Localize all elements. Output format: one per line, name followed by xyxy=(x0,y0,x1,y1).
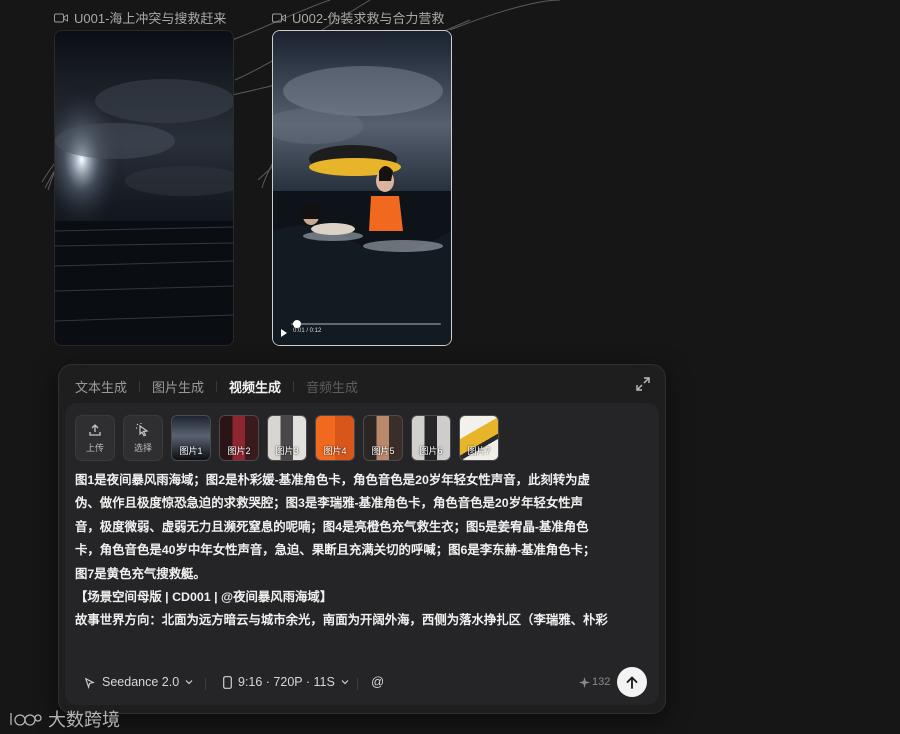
clip-thumbnail-stormy-sea xyxy=(55,31,233,345)
prompt-line: 图7是黄色充气搜救艇。 xyxy=(75,566,206,581)
clip-title-text: U001-海上冲突与搜救赶来 xyxy=(74,11,227,26)
expand-icon[interactable] xyxy=(635,376,651,392)
video-clip-u001[interactable] xyxy=(54,30,234,346)
play-icon[interactable] xyxy=(281,329,287,337)
reference-thumb-3[interactable]: 图片3 xyxy=(267,415,307,461)
watermark-text: 大数跨境 xyxy=(48,710,120,730)
thumb-label: 图片3 xyxy=(275,446,299,456)
progress-track[interactable] xyxy=(291,323,441,325)
cursor-select-icon xyxy=(136,422,149,436)
tab-audio-generation[interactable]: 音频生成 xyxy=(306,377,358,396)
chevron-down-icon xyxy=(341,680,349,685)
tab-text-generation[interactable]: 文本生成 xyxy=(75,377,127,396)
clip-thumbnail-rescue-scene xyxy=(273,31,451,345)
reference-thumb-6[interactable]: 图片6 xyxy=(411,415,451,461)
prompt-line: 伪、做作且极度惊恐急迫的求救哭腔；图3是李瑞雅-基准角色卡，角色音色是20岁年轻… xyxy=(75,496,584,511)
video-spec-selector[interactable]: 9:16 · 720P · 11S xyxy=(223,675,349,689)
player-time: 0:01 / 0:12 xyxy=(293,328,322,334)
generation-panel: 文本生成 图片生成 视频生成 音频生成 上传 选择 图片1 图片2 图片3 图片… xyxy=(58,364,666,714)
prompt-line: 图1是夜间暴风雨海域；图2是朴彩媛-基准角色卡，角色音色是20岁年轻女性声音，此… xyxy=(75,473,590,487)
prompt-line: 卡，角色音色是40岁中年女性声音，急迫、果断且充满关切的呼喊；图6是李东赫-基准… xyxy=(75,543,596,558)
model-cursor-icon xyxy=(84,677,95,689)
reference-thumb-7[interactable]: 图片7 xyxy=(459,415,499,461)
mention-button[interactable]: @ xyxy=(371,674,384,689)
tab-divider xyxy=(216,381,218,392)
watermark: 大数跨境 xyxy=(8,706,120,732)
reference-thumb-2[interactable]: 图片2 xyxy=(219,415,259,461)
portrait-ratio-icon xyxy=(223,675,232,689)
thumb-label: 图片6 xyxy=(419,446,443,456)
tab-video-generation[interactable]: 视频生成 xyxy=(229,377,281,396)
reference-thumb-4[interactable]: 图片4 xyxy=(315,415,355,461)
upload-button[interactable]: 上传 xyxy=(75,415,115,461)
model-name: Seedance 2.0 xyxy=(102,675,180,689)
send-button[interactable] xyxy=(617,667,647,697)
clip-title-text: U002-伪装求救与合力营救 xyxy=(292,11,445,26)
thumb-label: 图片2 xyxy=(227,446,251,456)
video-camera-icon xyxy=(272,13,286,22)
clip-title-u001: U001-海上冲突与搜救赶来 xyxy=(54,8,226,27)
reference-strip: 上传 选择 图片1 图片2 图片3 图片4 图片5 图片6 图片7 xyxy=(75,415,499,461)
reference-thumb-1[interactable]: 图片1 xyxy=(171,415,211,461)
select-button[interactable]: 选择 xyxy=(123,415,163,461)
footer-divider xyxy=(205,678,206,690)
clip-title-u002: U002-伪装求救与合力营救 xyxy=(272,8,444,27)
watermark-logo-icon xyxy=(10,713,42,726)
tab-image-generation[interactable]: 图片生成 xyxy=(152,377,204,396)
video-clip-u002[interactable]: 0:01 / 0:12 xyxy=(272,30,452,346)
video-player-controls[interactable]: 0:01 / 0:12 xyxy=(279,317,445,339)
tab-divider xyxy=(293,381,295,392)
prompt-line: 【场景空间母版 | CD001 | @夜间暴风雨海域】 xyxy=(75,590,333,605)
thumb-label: 图片5 xyxy=(371,446,395,456)
upload-icon xyxy=(89,423,101,436)
sparkle-icon xyxy=(579,676,590,688)
prompt-line: 故事世界方向：北面为远方暗云与城市余光，南面为开阔外海，西侧为落水挣扎区（李瑞雅… xyxy=(75,613,608,628)
select-label: 选择 xyxy=(133,442,152,453)
prompt-line: 音，极度微弱、虚弱无力且濒死窒息的呢喃；图4是亮橙色充气救生衣；图5是姜宥晶-基… xyxy=(75,519,589,534)
credits-cost: 132 xyxy=(579,676,610,688)
chevron-down-icon xyxy=(185,680,193,685)
thumb-label: 图片4 xyxy=(323,446,347,456)
video-camera-icon xyxy=(54,13,68,22)
prompt-composer: 上传 选择 图片1 图片2 图片3 图片4 图片5 图片6 图片7 图1是夜间暴… xyxy=(65,403,659,705)
model-selector[interactable]: Seedance 2.0 xyxy=(83,675,193,689)
footer-divider xyxy=(357,678,358,690)
credits-value: 132 xyxy=(592,676,611,688)
thumb-label: 图片7 xyxy=(467,446,491,456)
generation-tabs: 文本生成 图片生成 视频生成 音频生成 xyxy=(75,377,358,396)
reference-thumb-5[interactable]: 图片5 xyxy=(363,415,403,461)
video-spec: 9:16 · 720P · 11S xyxy=(238,675,335,689)
prompt-textarea[interactable]: 图1是夜间暴风雨海域；图2是朴彩媛-基准角色卡，角色音色是20岁年轻女性声音，此… xyxy=(75,469,651,655)
progress-knob[interactable] xyxy=(293,320,301,328)
composer-footer: Seedance 2.0 9:16 · 720P · 11S @ 132 xyxy=(65,667,659,699)
tab-divider xyxy=(139,381,141,392)
thumb-label: 图片1 xyxy=(179,446,203,456)
upload-label: 上传 xyxy=(85,442,104,453)
arrow-up-icon xyxy=(626,675,638,689)
